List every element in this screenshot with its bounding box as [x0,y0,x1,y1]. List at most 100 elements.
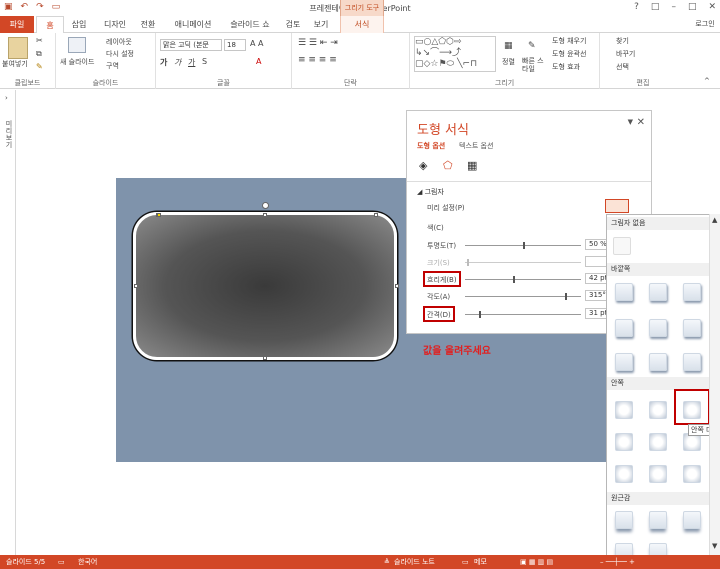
underline-icon[interactable]: 가 [188,57,195,68]
comments-icon[interactable]: ▭ [462,555,469,569]
angle-slider[interactable] [465,293,581,300]
tab-slideshow[interactable]: 슬라이드 쇼 [222,16,278,33]
close-icon[interactable]: ✕ [708,2,716,12]
preset-outer[interactable] [649,353,667,371]
tab-insert[interactable]: 삽입 [64,16,94,33]
copy-icon[interactable]: ⧉ [36,49,42,59]
transparency-slider[interactable] [465,242,581,249]
pane-close-icon[interactable]: ✕ [637,117,645,128]
thumbnail-pane-collapsed[interactable]: › 미리보기 [0,90,16,555]
notes-icon[interactable]: ≜ [384,555,390,569]
help-icon[interactable]: ? [634,2,639,12]
size-properties-icon[interactable]: ▦ [467,159,477,172]
select-button[interactable]: 선택 [616,62,629,72]
maximize-icon[interactable]: □ [688,2,697,12]
scroll-down-icon[interactable]: ▼ [712,542,717,550]
align-icons[interactable]: ≡ ≡ ≡ ≡ [298,55,337,65]
vertical-scrollbar[interactable]: ▲ ▼ [709,214,720,555]
pane-options-icon[interactable]: ▼ [628,118,633,126]
resize-handle[interactable] [263,213,267,217]
tab-review[interactable]: 검토 [280,16,306,33]
reset-button[interactable]: 다시 설정 [106,49,134,59]
arrange-button[interactable]: 정렬 [502,57,515,67]
preset-inner[interactable] [615,465,633,483]
preset-inner[interactable] [649,465,667,483]
resize-handle[interactable] [374,213,378,217]
preset-outer[interactable] [649,283,667,301]
preset-inner[interactable] [649,433,667,451]
zoom-slider-icon[interactable]: – ──┼── + [600,555,635,569]
preset-inner[interactable] [615,401,633,419]
section-button[interactable]: 구역 [106,61,119,71]
shape-fill-button[interactable]: 도형 채우기 [552,36,586,46]
collapse-ribbon-icon[interactable]: ^ [704,77,710,85]
rounded-rectangle-shape[interactable] [133,212,397,360]
blur-slider[interactable] [465,276,581,283]
strikethrough-icon[interactable]: S [202,57,207,66]
tab-view[interactable]: 보기 [308,16,334,33]
preset-no-shadow[interactable] [613,237,631,255]
sign-in-link[interactable]: 로그인 [690,16,720,33]
tab-text-options[interactable]: 텍스트 옵션 [459,141,493,151]
font-color-icon[interactable]: A [256,57,261,66]
preset-outer[interactable] [683,283,701,301]
grow-font-icon[interactable]: A A [250,39,264,48]
expand-thumbnail-icon[interactable]: › [5,94,8,102]
preset-outer[interactable] [615,353,633,371]
adjust-handle[interactable] [157,213,161,217]
preset-inner[interactable] [649,401,667,419]
new-slide-icon[interactable] [68,37,86,53]
scroll-up-icon[interactable]: ▲ [712,216,717,224]
resize-handle[interactable] [395,284,399,288]
spellcheck-icon[interactable]: ▭ [58,555,65,569]
cut-icon[interactable]: ✂ [36,36,43,45]
tab-shape-options[interactable]: 도형 옵션 [417,141,445,151]
new-slide-button[interactable]: 새 슬라이드 [60,57,94,67]
replace-button[interactable]: 바꾸기 [616,49,635,59]
preset-outer[interactable] [683,319,701,337]
view-buttons-icon[interactable]: ▣ ▦ ▥ ▤ [520,555,553,569]
tab-design[interactable]: 디자인 [96,16,134,33]
preset-outer[interactable] [615,283,633,301]
shape-effects-button[interactable]: 도형 효과 [552,62,580,72]
bold-icon[interactable]: 가 [160,57,167,68]
preset-perspective[interactable] [615,511,633,529]
effects-icon[interactable]: ⬠ [443,159,453,172]
preset-dropdown[interactable] [605,199,629,213]
minimize-icon[interactable]: – [671,2,676,12]
tab-transitions[interactable]: 전환 [134,16,162,33]
paste-icon[interactable] [8,37,28,59]
ribbon-display-icon[interactable]: □ [651,2,660,12]
find-button[interactable]: 찾기 [616,36,629,46]
section-shadow[interactable]: ◢ 그림자 [417,187,444,197]
shapes-gallery[interactable]: ▭○△⬠⬡⇨ ↳↘⌒⟶⤴ ▢◇☆⚑⬭ ╲⌐⊓ [414,36,496,72]
distance-slider[interactable] [465,311,581,318]
shape-outline-button[interactable]: 도형 윤곽선 [552,49,586,59]
notes-button[interactable]: 슬라이드 노트 [394,555,435,569]
preset-perspective[interactable] [649,511,667,529]
font-name-dropdown[interactable]: 맑은 고딕 (본문 [160,39,222,51]
preset-outer[interactable] [683,353,701,371]
rotation-handle[interactable] [262,202,269,209]
preset-inner[interactable] [615,433,633,451]
arrange-icon[interactable]: ▦ [504,41,513,51]
font-size-dropdown[interactable]: 18 [224,39,246,51]
preset-perspective[interactable] [683,511,701,529]
preset-outer[interactable] [649,319,667,337]
quick-styles-icon[interactable]: ✎ [528,41,536,51]
fill-line-icon[interactable]: ◈ [419,159,427,172]
language-indicator[interactable]: 한국어 [78,555,97,569]
resize-handle[interactable] [134,284,138,288]
tab-format[interactable]: 서식 [340,16,384,33]
paste-button[interactable]: 붙여넣기 [2,59,28,69]
bullets-icon[interactable]: ☰ ☰ ⇤ ⇥ [298,38,338,48]
format-painter-icon[interactable]: ✎ [36,62,43,71]
tab-animations[interactable]: 애니메이션 [164,16,222,33]
layout-button[interactable]: 레이아웃 [106,37,132,47]
italic-icon[interactable]: 가 [174,57,181,68]
tab-file[interactable]: 파일 [0,16,34,33]
preset-inner[interactable] [683,465,701,483]
quick-styles-button[interactable]: 빠른 스타일 [522,57,548,73]
preset-outer[interactable] [615,319,633,337]
comments-button[interactable]: 메모 [474,555,487,569]
